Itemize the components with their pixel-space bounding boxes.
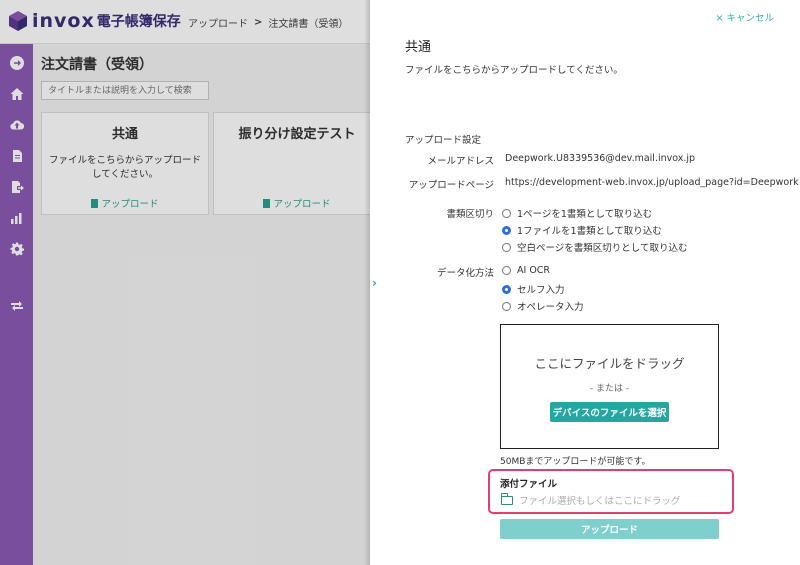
upload-page-label: アップロードページ: [408, 180, 494, 191]
radio-button[interactable]: [502, 301, 511, 311]
modal-overlay[interactable]: [0, 0, 370, 565]
dropzone-or: - または -: [589, 384, 630, 394]
upload-settings-heading: アップロード設定: [405, 135, 482, 146]
data-option-ai-ocr[interactable]: AI OCR: [502, 265, 550, 276]
collapse-chevron-icon[interactable]: ›: [372, 276, 377, 290]
upload-button[interactable]: アップロード: [500, 519, 719, 539]
data-option-operator[interactable]: オペレータ入力: [502, 299, 584, 313]
attachment-section: 添付ファイル ファイル選択もしくはここにドラッグ: [488, 469, 734, 514]
data-option-self-input[interactable]: セルフ入力: [502, 282, 565, 296]
folder-open-icon: [501, 492, 513, 505]
split-label: 書類区切り: [446, 209, 494, 220]
attachment-placeholder: ファイル選択もしくはここにドラッグ: [519, 496, 681, 507]
radio-button-checked[interactable]: [502, 284, 511, 294]
radio-label: 空白ページを書類区切りとして取り込む: [517, 243, 688, 254]
attachment-title: 添付ファイル: [500, 479, 558, 490]
cancel-button-label: キャンセル: [726, 13, 774, 24]
dropzone-title: ここにファイルをドラッグ: [534, 356, 685, 371]
data-method-label: データ化方法: [436, 268, 494, 279]
select-device-file-button[interactable]: デバイスのファイルを選択: [550, 402, 669, 422]
upload-side-panel: × キャンセル 共通 ファイルをこちらからアップロードしてください。 アップロー…: [384, 0, 800, 565]
email-label: メールアドレス: [427, 156, 494, 167]
radio-button[interactable]: [502, 208, 511, 218]
radio-label: オペレータ入力: [517, 302, 584, 313]
radio-label: 1ファイルを1書類として取り込む: [517, 226, 662, 237]
radio-label: AI OCR: [517, 265, 551, 276]
split-option-blank-page[interactable]: 空白ページを書類区切りとして取り込む: [502, 240, 688, 254]
radio-button[interactable]: [502, 242, 511, 252]
radio-button-checked[interactable]: [502, 225, 511, 235]
panel-description: ファイルをこちらからアップロードしてください。: [405, 65, 623, 76]
split-option-per-file[interactable]: 1ファイルを1書類として取り込む: [502, 223, 662, 237]
panel-title: 共通: [405, 40, 432, 55]
size-limit-note: 50MBまでアップロードが可能です。: [500, 457, 651, 467]
email-value: Deepwork.U8339536@dev.mail.invox.jp: [505, 153, 696, 164]
file-dropzone[interactable]: ここにファイルをドラッグ - または - デバイスのファイルを選択: [500, 324, 719, 449]
radio-button[interactable]: [502, 266, 511, 275]
radio-label: 1ページを1書類として取り込む: [517, 209, 653, 220]
app-background: invox 電子帳簿保存 アップロード > 注文請書（受領） 注文請書（受領） …: [0, 0, 370, 565]
split-option-per-page[interactable]: 1ページを1書類として取り込む: [502, 206, 652, 220]
attachment-input[interactable]: ファイル選択もしくはここにドラッグ: [501, 492, 681, 507]
upload-page-url: https://development-web.invox.jp/upload_…: [505, 177, 799, 188]
panel-shadow: [364, 0, 370, 565]
cancel-button[interactable]: × キャンセル: [716, 10, 775, 24]
radio-label: セルフ入力: [517, 285, 565, 296]
